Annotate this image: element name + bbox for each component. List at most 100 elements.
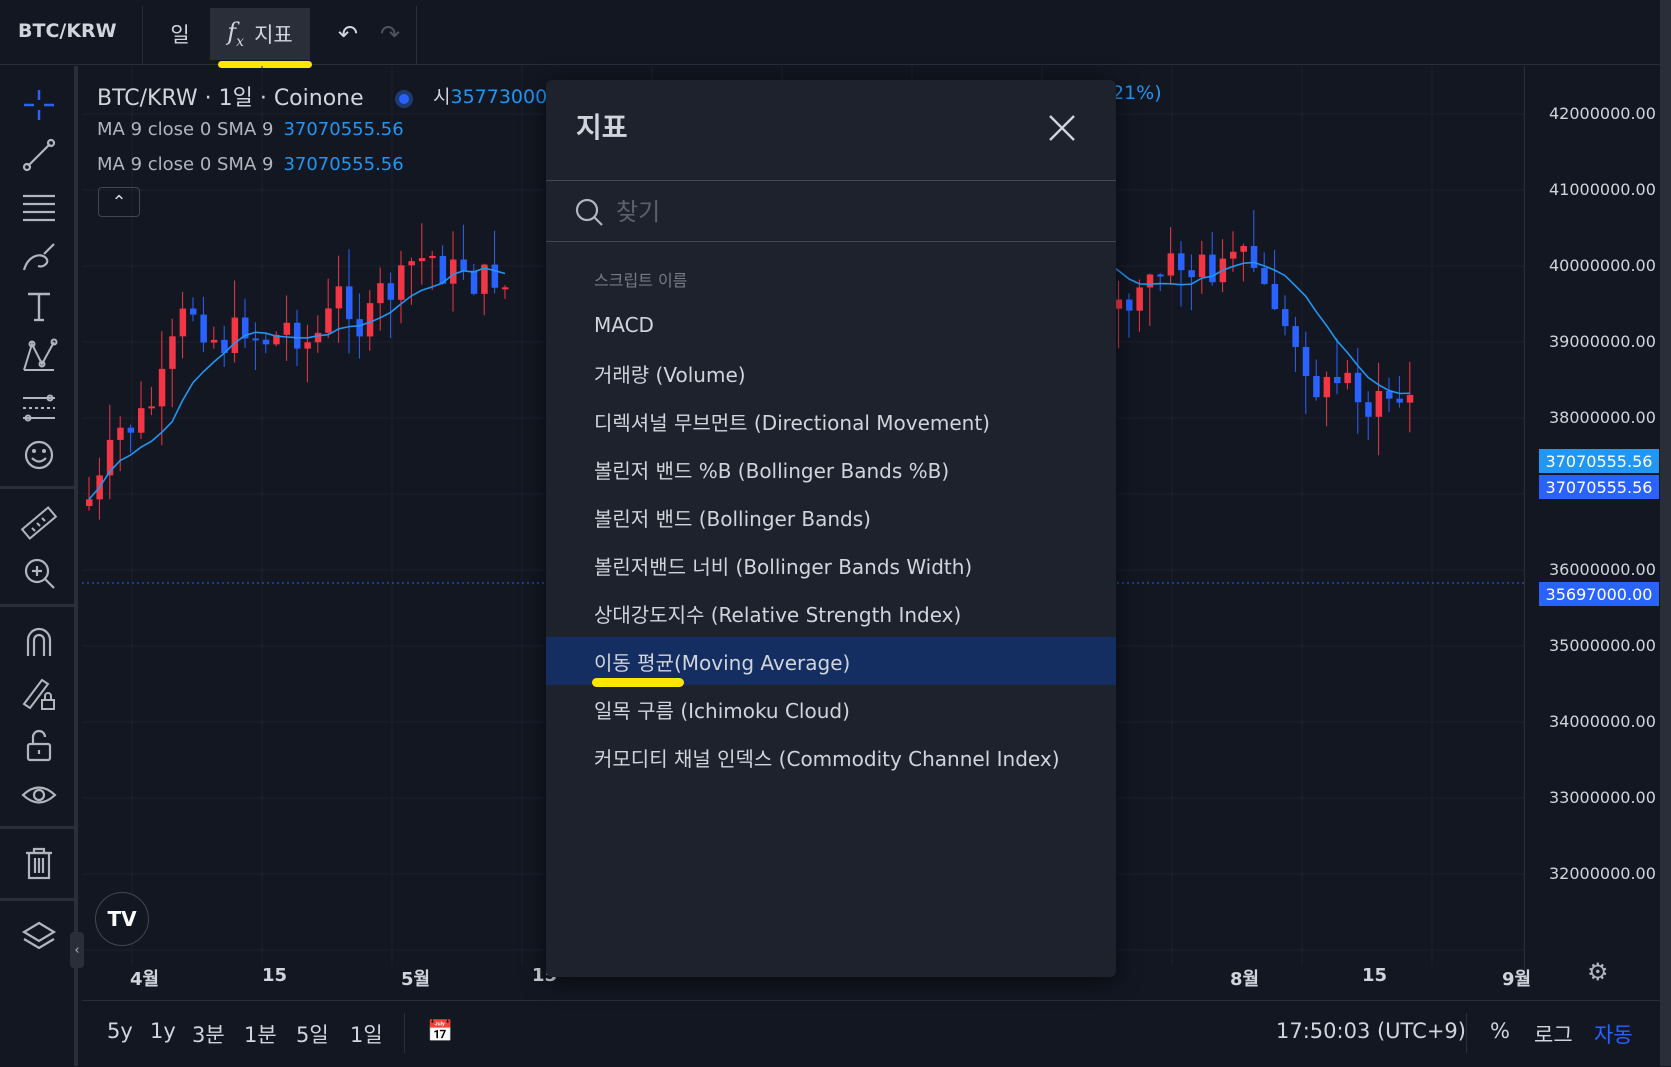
- go-to-date-button[interactable]: 📅: [427, 1019, 453, 1044]
- indicator-item[interactable]: 커모디티 채널 인덱스 (Commodity Channel Index): [546, 733, 1116, 781]
- range-button[interactable]: 5일: [296, 1019, 329, 1049]
- collapse-legend-button[interactable]: ⌃: [98, 187, 140, 217]
- redo-button[interactable]: ↷: [372, 8, 408, 60]
- market-status-icon[interactable]: [394, 90, 413, 108]
- candle-body: [346, 286, 353, 320]
- text-icon: [28, 292, 50, 322]
- undo-button[interactable]: ↶: [330, 8, 366, 60]
- undo-icon: ↶: [337, 20, 359, 48]
- candle-body: [117, 427, 124, 440]
- auto-scale-button[interactable]: 자동: [1594, 1019, 1633, 1049]
- collapse-toolbar-button[interactable]: ‹: [70, 932, 84, 968]
- price-label: 39000000.00: [1549, 332, 1656, 351]
- indicators-button[interactable]: fx 지표: [210, 8, 310, 60]
- ma-label: MA 9 close 0 SMA 9: [97, 119, 274, 140]
- brush-tool[interactable]: [16, 234, 62, 280]
- price-label: 34000000.00: [1549, 712, 1656, 731]
- ma-legend-row[interactable]: MA 9 close 0 SMA 9 37070555.56: [97, 154, 404, 175]
- toolbar-divider: [0, 898, 74, 901]
- indicator-item[interactable]: MACD: [546, 301, 1116, 349]
- ruler-tool[interactable]: [16, 500, 62, 546]
- moving-average-line: [88, 267, 506, 500]
- layers-icon: [21, 921, 57, 950]
- indicator-item[interactable]: 볼린저밴드 너비 (Bollinger Bands Width): [546, 541, 1116, 589]
- ma-price-tag: 37070555.56: [1539, 475, 1659, 499]
- function-icon: fx: [227, 18, 245, 50]
- crosshair-tool[interactable]: [16, 82, 62, 128]
- candle-body: [1261, 267, 1268, 284]
- object-tree-tool[interactable]: [16, 914, 62, 960]
- range-button[interactable]: 1일: [350, 1019, 383, 1049]
- indicator-item[interactable]: 거래량 (Volume): [546, 349, 1116, 397]
- trend-line-tool[interactable]: [16, 132, 62, 178]
- text-tool[interactable]: [16, 284, 62, 330]
- price-label: 32000000.00: [1549, 864, 1656, 883]
- candle-body: [470, 270, 478, 294]
- unlock-tool[interactable]: [16, 722, 62, 768]
- fib-retracement-tool[interactable]: [16, 184, 62, 230]
- pattern-tool[interactable]: [16, 334, 62, 380]
- candle-body: [1313, 376, 1320, 398]
- candle-body: [86, 499, 93, 506]
- candle-body: [1354, 372, 1362, 403]
- candle-body: [283, 322, 291, 335]
- trash-icon: [26, 847, 52, 880]
- lock-drawing-tool[interactable]: [16, 670, 62, 716]
- price-label: 40000000.00: [1549, 256, 1656, 275]
- indicator-item[interactable]: 상대강도지수 (Relative Strength Index): [546, 589, 1116, 637]
- candle-body: [1334, 376, 1341, 384]
- range-button[interactable]: 1분: [244, 1019, 277, 1049]
- zoom-in-tool[interactable]: [16, 550, 62, 596]
- clock-display[interactable]: 17:50:03 (UTC+9): [1276, 1019, 1466, 1043]
- range-button[interactable]: 1y: [150, 1019, 176, 1043]
- candle-body: [1178, 253, 1185, 271]
- candle-body: [200, 314, 207, 343]
- indicator-item[interactable]: 볼린저 밴드 %B (Bollinger Bands %B): [546, 445, 1116, 493]
- unlock-icon: [26, 729, 52, 762]
- candle-body: [294, 322, 301, 349]
- chevron-up-icon: ⌃: [111, 191, 127, 213]
- range-button[interactable]: 3분: [192, 1019, 225, 1049]
- remove-drawings-tool[interactable]: [16, 840, 62, 886]
- candle-body: [1282, 309, 1289, 327]
- search-input[interactable]: [614, 191, 1088, 233]
- symbol-search[interactable]: BTC/KRW: [18, 20, 117, 42]
- magnet-tool[interactable]: [16, 618, 62, 664]
- trend-line-icon: [22, 138, 56, 172]
- candle-body: [335, 286, 343, 309]
- candle-body: [1365, 402, 1372, 417]
- close-icon[interactable]: [1046, 112, 1078, 144]
- search-icon: [575, 198, 603, 226]
- hide-drawings-tool[interactable]: [16, 772, 62, 818]
- candle-body: [106, 439, 114, 476]
- interval-button[interactable]: 일: [150, 8, 210, 60]
- chart-settings-gear-icon[interactable]: ⚙: [1587, 958, 1609, 986]
- indicator-item[interactable]: 디렉셔널 무브먼트 (Directional Movement): [546, 397, 1116, 445]
- price-scale[interactable]: 42000000.00 41000000.00 40000000.00 3900…: [1524, 66, 1671, 986]
- log-scale-button[interactable]: 로그: [1534, 1019, 1573, 1049]
- tradingview-logo[interactable]: TV: [95, 892, 149, 946]
- fib-retracement-icon: [23, 194, 55, 222]
- candle-body: [1146, 274, 1154, 288]
- prediction-tool[interactable]: [16, 384, 62, 430]
- emoji-tool[interactable]: [16, 432, 62, 478]
- price-label: 42000000.00: [1549, 104, 1656, 123]
- candle-body: [418, 258, 426, 262]
- eye-icon: [21, 786, 57, 804]
- ruler-icon: [20, 506, 58, 540]
- candle-body: [408, 261, 415, 266]
- yellow-highlight-mark: [592, 678, 684, 687]
- indicator-item[interactable]: 일목 구름 (Ichimoku Cloud): [546, 685, 1116, 733]
- percent-scale-button[interactable]: %: [1490, 1019, 1510, 1043]
- ma-legend-row[interactable]: MA 9 close 0 SMA 9 37070555.56: [97, 119, 404, 140]
- candle-body: [1386, 391, 1393, 399]
- price-label: 41000000.00: [1549, 180, 1656, 199]
- range-button[interactable]: 5y: [107, 1019, 133, 1043]
- candle-body: [1396, 398, 1403, 403]
- candle-body: [1188, 270, 1195, 278]
- candle-body: [1302, 346, 1310, 377]
- candle-body: [1230, 251, 1237, 259]
- indicator-item[interactable]: 볼린저 밴드 (Bollinger Bands): [546, 493, 1116, 541]
- candle-body: [304, 342, 311, 349]
- candle-body: [262, 339, 270, 345]
